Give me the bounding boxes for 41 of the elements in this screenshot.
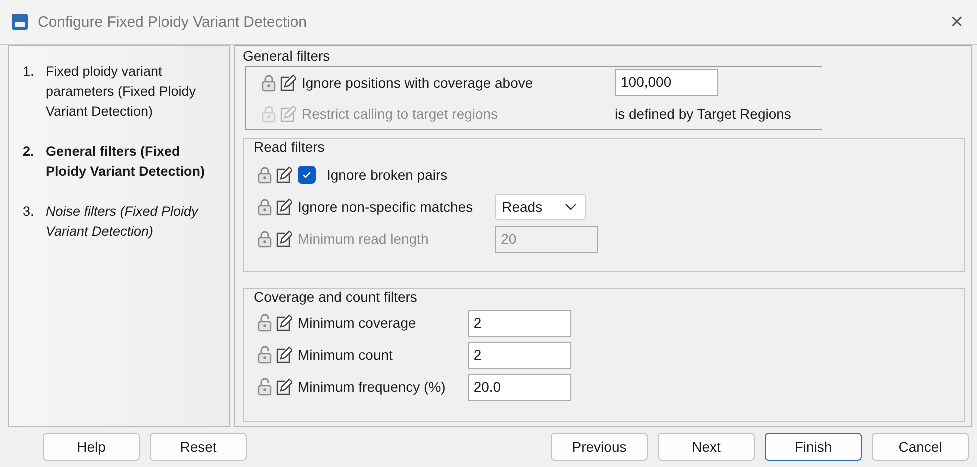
app-icon xyxy=(12,14,28,30)
setting-label: Ignore positions with coverage above xyxy=(302,74,534,90)
pencil-icon[interactable] xyxy=(276,378,292,396)
step-link[interactable]: Noise filters (Fixed Ploidy Variant Detection) xyxy=(46,202,216,242)
dialog-button[interactable]: Next xyxy=(658,433,755,461)
setting-label: Minimum coverage xyxy=(298,315,418,331)
setting-label: Minimum read length xyxy=(298,231,430,247)
chevron-down-icon xyxy=(565,203,578,211)
setting-label: Minimum frequency (%) xyxy=(298,379,447,395)
section-title: General filters xyxy=(243,48,330,64)
setting-label: Ignore non-specific matches xyxy=(298,199,474,215)
input-field[interactable]: 2 xyxy=(468,342,571,368)
dialog-button[interactable]: Reset xyxy=(150,433,247,461)
dialog-button[interactable]: Cancel xyxy=(872,433,969,461)
step-number: 3. xyxy=(23,203,35,221)
step-link[interactable]: General filters (Fixed Ploidy Variant Detection) xyxy=(46,142,216,182)
pencil-icon[interactable] xyxy=(280,74,296,92)
dropdown[interactable]: Reads xyxy=(495,194,586,220)
input-field[interactable]: 2 xyxy=(468,310,571,336)
checkbox-label: Ignore broken pairs xyxy=(327,167,449,183)
step-number: 1. xyxy=(23,63,35,81)
step-number: 2. xyxy=(23,143,35,161)
setting-label: Restrict calling to target regions xyxy=(302,106,500,122)
pencil-icon[interactable] xyxy=(276,314,292,332)
section-title: Coverage and count filters xyxy=(252,289,420,305)
dialog-button[interactable]: Help xyxy=(43,433,140,461)
pencil-icon[interactable] xyxy=(276,166,292,184)
step-link[interactable]: Fixed ploidy variant parameters (Fixed Ploidy Variant Detection) xyxy=(46,62,216,122)
window-title: Configure Fixed Ploidy Variant Detection xyxy=(38,14,308,30)
pencil-icon[interactable] xyxy=(276,198,292,216)
pencil-icon[interactable] xyxy=(276,346,292,364)
pencil-icon[interactable] xyxy=(276,230,292,248)
close-button[interactable]: × xyxy=(937,2,977,42)
checkbox[interactable] xyxy=(298,166,316,184)
input-field[interactable]: 100,000 xyxy=(615,69,718,96)
info-text: is defined by Target Regions xyxy=(615,106,792,122)
setting-label: Minimum count xyxy=(298,347,394,363)
dialog-button[interactable]: Finish xyxy=(765,433,862,461)
dialog-button[interactable]: Previous xyxy=(551,433,648,461)
section-title: Read filters xyxy=(252,139,327,155)
input-field[interactable]: 20.0 xyxy=(468,374,571,400)
